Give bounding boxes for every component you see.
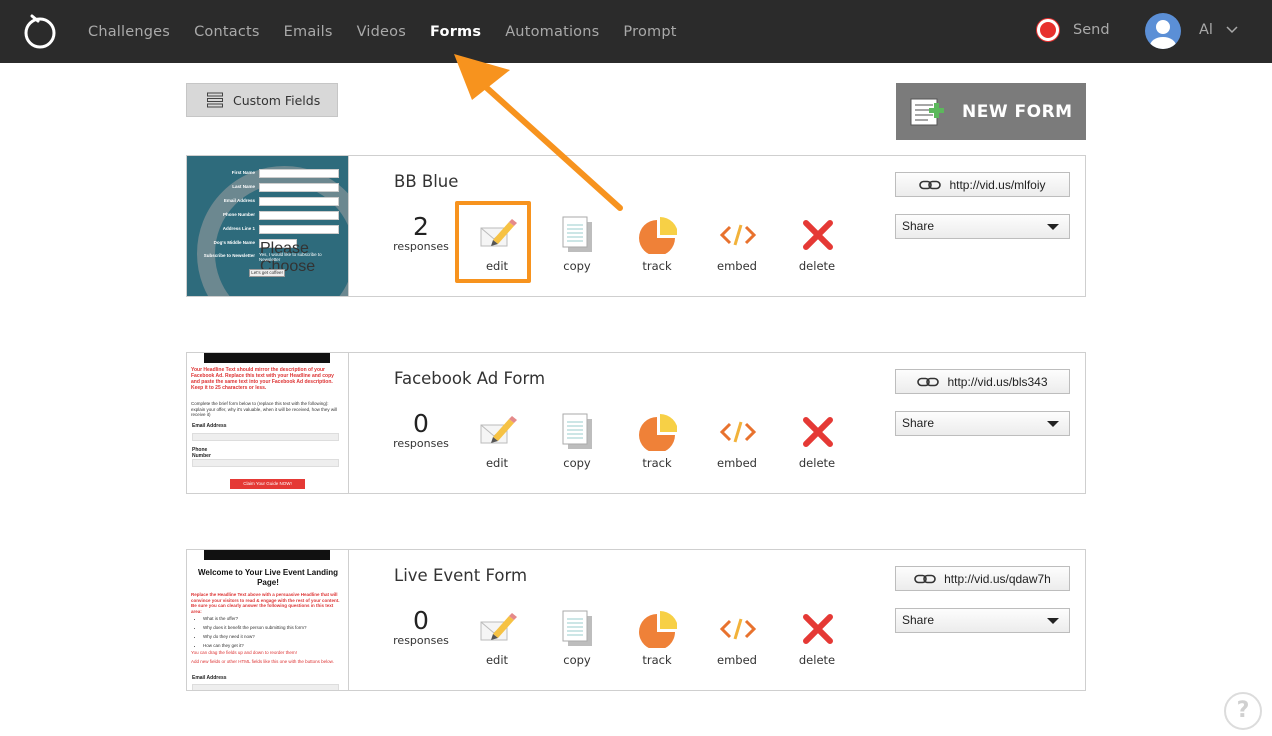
code-icon <box>719 618 757 640</box>
close-icon <box>803 220 833 250</box>
link-icon <box>919 180 942 189</box>
edit-label: edit <box>485 653 509 667</box>
responses-count[interactable]: 0 <box>392 411 450 437</box>
list-icon <box>207 92 223 108</box>
nav-forms[interactable]: Forms <box>430 24 481 40</box>
nav-contacts[interactable]: Contacts <box>194 24 260 40</box>
add-form-icon <box>910 98 944 125</box>
code-icon <box>719 224 757 246</box>
edit-label: edit <box>485 456 509 470</box>
pie-chart-icon <box>639 217 677 254</box>
copy-label: copy <box>563 653 591 667</box>
delete-button[interactable]: delete <box>782 214 852 274</box>
copy-icon <box>562 610 592 646</box>
track-button[interactable]: track <box>622 214 692 274</box>
new-form-label: NEW FORM <box>962 101 1073 122</box>
send-label: Send <box>1073 22 1110 38</box>
embed-label: embed <box>717 259 757 273</box>
send-button[interactable]: Send <box>1037 19 1110 41</box>
user-avatar-icon <box>1150 20 1176 49</box>
envelope-pencil-icon <box>480 613 517 641</box>
track-label: track <box>642 259 672 273</box>
track-label: track <box>642 456 672 470</box>
close-icon <box>803 417 833 447</box>
form-card: Your Headline Text should mirror the des… <box>186 352 1086 494</box>
share-select[interactable]: Share <box>895 214 1070 239</box>
form-url: http://vid.us/qdaw7h <box>944 571 1051 586</box>
delete-label: delete <box>798 456 836 470</box>
form-thumbnail[interactable]: First Name Last Name Email Address Phone… <box>187 156 349 296</box>
share-label: Share <box>902 613 935 627</box>
share-select[interactable]: Share <box>895 411 1070 436</box>
share-select[interactable]: Share <box>895 608 1070 633</box>
delete-button[interactable]: delete <box>782 411 852 471</box>
responses-label: responses <box>393 240 449 253</box>
caret-down-icon <box>1047 421 1059 427</box>
responses-label: responses <box>393 634 449 647</box>
help-button[interactable]: ? <box>1224 692 1262 730</box>
custom-fields-label: Custom Fields <box>233 92 321 108</box>
code-icon <box>719 421 757 443</box>
copy-label: copy <box>563 456 591 470</box>
caret-down-icon <box>1047 224 1059 230</box>
copy-label: copy <box>563 259 591 273</box>
share-label: Share <box>902 416 935 430</box>
nav-prompt[interactable]: Prompt <box>623 24 676 40</box>
pie-chart-icon <box>639 414 677 451</box>
form-url-button[interactable]: http://vid.us/qdaw7h <box>895 566 1070 591</box>
caret-down-icon <box>1047 618 1059 624</box>
edit-button[interactable]: edit <box>462 411 532 471</box>
edit-button[interactable]: edit <box>462 608 532 668</box>
custom-fields-button[interactable]: Custom Fields <box>186 83 338 117</box>
form-title[interactable]: Facebook Ad Form <box>394 369 545 388</box>
nav-emails[interactable]: Emails <box>284 24 333 40</box>
form-url-button[interactable]: http://vid.us/mlfoiy <box>895 172 1070 197</box>
delete-label: delete <box>798 653 836 667</box>
copy-icon <box>562 216 592 252</box>
logo-icon[interactable] <box>22 12 58 50</box>
annotation-arrow-icon <box>454 54 623 211</box>
pie-chart-icon <box>639 611 677 648</box>
share-label: Share <box>902 219 935 233</box>
embed-button[interactable]: embed <box>702 608 772 668</box>
embed-label: embed <box>717 653 757 667</box>
form-thumbnail[interactable]: Welcome to Your Live Event Landing Page!… <box>187 550 349 690</box>
responses-count[interactable]: 0 <box>392 608 450 634</box>
form-url: http://vid.us/bls343 <box>947 374 1048 389</box>
embed-label: embed <box>717 456 757 470</box>
form-card: Welcome to Your Live Event Landing Page!… <box>186 549 1086 691</box>
nav-automations[interactable]: Automations <box>505 24 599 40</box>
close-icon <box>803 614 833 644</box>
form-url-button[interactable]: http://vid.us/bls343 <box>895 369 1070 394</box>
nav-videos[interactable]: Videos <box>357 24 406 40</box>
copy-button[interactable]: copy <box>542 608 612 668</box>
track-button[interactable]: track <box>622 411 692 471</box>
delete-button[interactable]: delete <box>782 608 852 668</box>
copy-icon <box>562 413 592 449</box>
envelope-pencil-icon <box>480 416 517 444</box>
copy-button[interactable]: copy <box>542 411 612 471</box>
copy-button[interactable]: copy <box>542 214 612 274</box>
responses-label: responses <box>393 437 449 450</box>
delete-label: delete <box>798 259 836 273</box>
link-icon <box>917 377 940 386</box>
user-name[interactable]: Al <box>1199 22 1213 38</box>
record-icon <box>1037 19 1059 41</box>
avatar[interactable] <box>1145 13 1181 49</box>
embed-button[interactable]: embed <box>702 214 772 274</box>
track-button[interactable]: track <box>622 608 692 668</box>
new-form-button[interactable]: NEW FORM <box>896 83 1086 140</box>
form-url: http://vid.us/mlfoiy <box>949 177 1046 192</box>
form-thumbnail[interactable]: Your Headline Text should mirror the des… <box>187 353 349 493</box>
nav-challenges[interactable]: Challenges <box>88 24 170 40</box>
form-title[interactable]: Live Event Form <box>394 566 527 585</box>
embed-button[interactable]: embed <box>702 411 772 471</box>
chevron-down-icon[interactable] <box>1226 26 1238 34</box>
track-label: track <box>642 653 672 667</box>
link-icon <box>914 574 936 583</box>
